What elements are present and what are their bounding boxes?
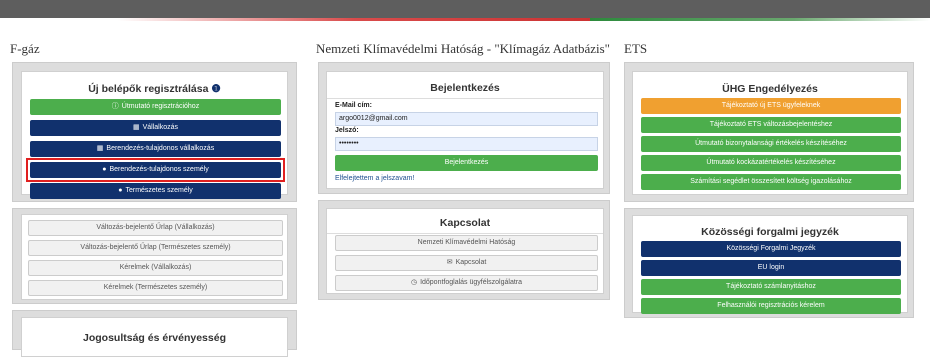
highlight-box — [26, 158, 285, 182]
registry-panel: Közösségi forgalmi jegyzék Közösségi For… — [624, 208, 914, 318]
email-label: E-Mail cím: — [335, 102, 372, 109]
flag-stripe-red — [0, 18, 590, 21]
column-title-nkh: Nemzeti Klímavédelmi Hatóság - "Klímagáz… — [316, 41, 610, 56]
uncertainty-guide-button[interactable]: Útmutató bizonytalansági értékelés készí… — [641, 136, 901, 152]
user-registration-request-button[interactable]: Felhasználói regisztrációs kérelem — [641, 298, 901, 314]
cost-calculator-button[interactable]: Számítási segédlet összesített költség i… — [641, 174, 901, 190]
company-button[interactable]: ▦ Vállalkozás — [30, 120, 281, 136]
uhg-title: ÜHG Engedélyezés — [722, 83, 818, 95]
new-users-panel: Új belépők regisztrálása ❶ ⓘ Útmutató reg… — [12, 62, 297, 202]
info-icon: ⓘ — [111, 103, 119, 110]
envelope-icon: ✉ — [446, 259, 453, 266]
forgot-password-link[interactable]: Elfelejtettem a jelszavam! — [335, 175, 414, 182]
column-title-ets: ETS — [624, 41, 648, 56]
login-panel: Bejelentkezés E-Mail cím: argo0012@gmail… — [318, 62, 610, 194]
requests-person-button[interactable]: Kérelmek (Természetes személy) — [28, 280, 283, 296]
building-icon: ▦ — [96, 145, 104, 152]
eu-login-button[interactable]: EU login — [641, 260, 901, 276]
rights-title: Jogosultság és érvényesség — [83, 332, 226, 344]
email-field[interactable]: argo0012@gmail.com — [335, 112, 598, 126]
login-title: Bejelentkezés — [430, 82, 500, 94]
change-form-company-button[interactable]: Változás-bejelentő Űrlap (Vállalkozás) — [28, 220, 283, 236]
column-title-fgaz: F-gáz — [10, 41, 40, 56]
login-button[interactable]: Bejelentkezés — [335, 155, 598, 171]
contact-title: Kapcsolat — [439, 217, 491, 229]
requests-company-button[interactable]: Kérelmek (Vállalkozás) — [28, 260, 283, 276]
owner-company-button[interactable]: ▦ Berendezés-tulajdonos vállalkozás — [30, 141, 281, 157]
ets-change-button[interactable]: Tájékoztató ETS változásbejelentéshez — [641, 117, 901, 133]
registry-title: Közösségi forgalmi jegyzék — [701, 226, 839, 238]
appointment-button[interactable]: ◷ Időpontfoglalás ügyfélszolgálatra — [335, 275, 598, 291]
account-opening-info-button[interactable]: Tájékoztató számlanyitáshoz — [641, 279, 901, 295]
forms-panel: Változás-bejelentő Űrlap (Vállalkozás) V… — [12, 208, 297, 304]
clock-icon: ◷ — [410, 279, 418, 286]
nkh-button[interactable]: Nemzeti Klímavédelmi Hatóság — [335, 235, 598, 251]
rights-panel: Jogosultság és érvényesség — [12, 310, 297, 357]
flag-stripe-green — [590, 18, 930, 21]
risk-guide-button[interactable]: Útmutató kockázatértékelés készítéséhez — [641, 155, 901, 171]
ets-new-clients-button[interactable]: Tájékoztató új ETS ügyfeleknek — [641, 98, 901, 114]
contact-panel: Kapcsolat Nemzeti Klímavédelmi Hatóság ✉… — [318, 200, 610, 300]
union-registry-button[interactable]: Közösségi Forgalmi Jegyzék — [641, 241, 901, 257]
contact-button[interactable]: ✉ Kapcsolat — [335, 255, 598, 271]
building-icon: ▦ — [132, 124, 140, 131]
user-icon: ● — [118, 187, 123, 194]
new-users-title: Új belépők regisztrálása ❶ — [88, 83, 221, 95]
top-bar — [0, 0, 930, 18]
change-form-person-button[interactable]: Változás-bejelentő Űrlap (Természetes sz… — [28, 240, 283, 256]
guide-registration-button[interactable]: ⓘ Útmutató regisztrációhoz — [30, 99, 281, 115]
uhg-panel: ÜHG Engedélyezés Tájékoztató új ETS ügyf… — [624, 62, 914, 202]
password-field[interactable]: •••••••• — [335, 137, 598, 151]
password-label: Jelszó: — [335, 127, 359, 134]
natural-person-button[interactable]: ● Természetes személy — [30, 183, 281, 199]
info-icon: ❶ — [211, 83, 221, 95]
